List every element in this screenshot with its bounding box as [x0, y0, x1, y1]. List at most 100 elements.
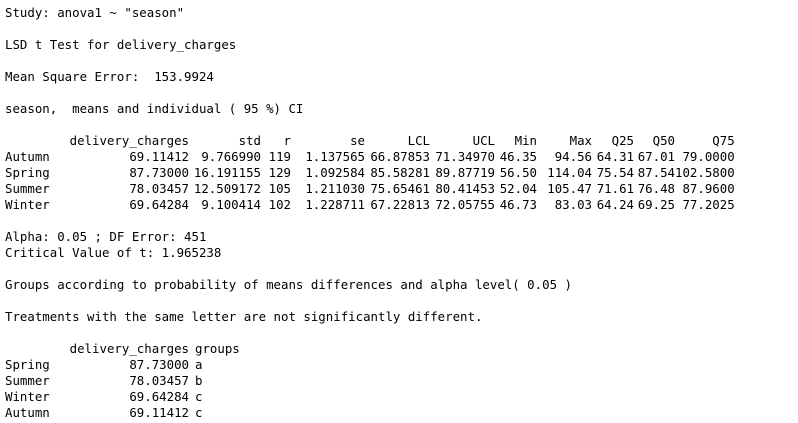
- groups-header-rowname: [5, 341, 61, 357]
- groups-mean-cell: 78.03457: [129, 373, 189, 388]
- stats-header-cell: delivery_charges: [69, 133, 189, 148]
- stats-cell: 85.58281: [370, 165, 430, 180]
- critical-value-line: Critical Value of t: 1.965238: [5, 245, 222, 260]
- groups-mean-cell: 69.11412: [129, 405, 189, 420]
- groups-row: Spring 87.73000 a: [5, 357, 251, 373]
- groups-row-name: Winter: [5, 389, 50, 404]
- stats-header-cell: Q50: [652, 133, 675, 148]
- stats-cell: 69.64284: [129, 197, 189, 212]
- groups-table: delivery_charges groups Spring 87.73000 a S…: [5, 341, 251, 421]
- stats-cell: 75.65461: [370, 181, 430, 196]
- groups-letter-cell: a: [195, 357, 203, 372]
- stats-header-rowname: [5, 133, 61, 149]
- stats-cell: 87.73000: [129, 165, 189, 180]
- stats-row-name: Autumn: [5, 149, 50, 164]
- stats-cell: 80.41453: [435, 181, 495, 196]
- study-line: Study: anova1 ~ "season": [5, 5, 185, 20]
- groups-row-name: Autumn: [5, 405, 50, 420]
- stats-cell: 71.34970: [435, 149, 495, 164]
- stats-cell: 12.509172: [193, 181, 261, 196]
- stats-header-cell: Q75: [712, 133, 735, 148]
- stats-row: Summer 78.03457 12.509172 105 1.211030 75.654…: [5, 181, 735, 197]
- stats-header-cell: Max: [569, 133, 592, 148]
- test-title: LSD t Test for delivery_charges: [5, 37, 237, 52]
- groups-row-name: Summer: [5, 373, 50, 388]
- stats-cell: 56.50: [499, 165, 537, 180]
- stats-table: delivery_charges std r se LCL UCL Min Ma…: [5, 133, 735, 213]
- stats-header-row: delivery_charges std r se LCL UCL Min Ma…: [5, 133, 735, 149]
- stats-cell: 1.137565: [305, 149, 365, 164]
- stats-header-cell: UCL: [472, 133, 495, 148]
- groups-row: Summer 78.03457 b: [5, 373, 251, 389]
- groups-row: Autumn 69.11412 c: [5, 405, 251, 421]
- groups-header-cell: groups: [195, 341, 240, 356]
- stats-cell: 16.191155: [193, 165, 261, 180]
- stats-cell: 67.22813: [370, 197, 430, 212]
- stats-row-name: Winter: [5, 197, 50, 212]
- stats-cell: 52.04: [499, 181, 537, 196]
- stats-cell: 1.211030: [305, 181, 365, 196]
- stats-cell: 129: [268, 165, 291, 180]
- stats-cell: 67.01: [637, 149, 675, 164]
- ci-line: season, means and individual ( 95 %) CI: [5, 101, 304, 116]
- stats-row-name: Spring: [5, 165, 50, 180]
- stats-cell: 71.61: [596, 181, 634, 196]
- groups-mean-cell: 69.64284: [129, 389, 189, 404]
- stats-cell: 75.54: [596, 165, 634, 180]
- mse-line: Mean Square Error: 153.9924: [5, 69, 214, 84]
- stats-header-cell: LCL: [407, 133, 430, 148]
- stats-cell: 46.35: [499, 149, 537, 164]
- stats-cell: 9.100414: [201, 197, 261, 212]
- stats-cell: 64.31: [596, 149, 634, 164]
- stats-cell: 1.092584: [305, 165, 365, 180]
- groups-header-row: delivery_charges groups: [5, 341, 251, 357]
- stats-header-cell: Min: [514, 133, 537, 148]
- treatments-note: Treatments with the same letter are not …: [5, 309, 483, 324]
- stats-cell: 78.03457: [129, 181, 189, 196]
- stats-cell: 87.54: [637, 165, 675, 180]
- groups-letter-cell: c: [195, 405, 203, 420]
- stats-cell: 72.05755: [435, 197, 495, 212]
- groups-row: Winter 69.64284 c: [5, 389, 251, 405]
- stats-cell: 89.87719: [435, 165, 495, 180]
- stats-row: Winter 69.64284 9.100414 102 1.228711 67.2281…: [5, 197, 735, 213]
- groups-mean-cell: 87.73000: [129, 357, 189, 372]
- stats-row-name: Summer: [5, 181, 50, 196]
- stats-row: Spring 87.73000 16.191155 129 1.092584 85.582…: [5, 165, 735, 181]
- groups-letter-cell: b: [195, 373, 203, 388]
- stats-cell: 64.24: [596, 197, 634, 212]
- stats-cell: 69.11412: [129, 149, 189, 164]
- stats-cell: 46.73: [499, 197, 537, 212]
- stats-cell: 1.228711: [305, 197, 365, 212]
- stats-header-cell: r: [283, 133, 291, 148]
- groups-letter-cell: c: [195, 389, 203, 404]
- stats-cell: 114.04: [547, 165, 592, 180]
- stats-cell: 77.2025: [682, 197, 735, 212]
- stats-header-cell: std: [238, 133, 261, 148]
- stats-row: Autumn 69.11412 9.766990 119 1.137565 66.8785…: [5, 149, 735, 165]
- groups-note: Groups according to probability of means…: [5, 277, 572, 292]
- stats-cell: 66.87853: [370, 149, 430, 164]
- stats-header-cell: Q25: [611, 133, 634, 148]
- stats-cell: 79.0000: [682, 149, 735, 164]
- stats-cell: 76.48: [637, 181, 675, 196]
- groups-header-cell: delivery_charges: [69, 341, 189, 356]
- stats-cell: 87.9600: [682, 181, 735, 196]
- groups-row-name: Spring: [5, 357, 50, 372]
- stats-cell: 105.47: [547, 181, 592, 196]
- stats-cell: 105: [268, 181, 291, 196]
- stats-cell: 9.766990: [201, 149, 261, 164]
- stats-header-cell: se: [350, 133, 365, 148]
- stats-cell: 119: [268, 149, 291, 164]
- alpha-line: Alpha: 0.05 ; DF Error: 451: [5, 229, 207, 244]
- stats-cell: 94.56: [554, 149, 592, 164]
- stats-cell: 69.25: [637, 197, 675, 212]
- stats-cell: 102.5800: [675, 165, 735, 180]
